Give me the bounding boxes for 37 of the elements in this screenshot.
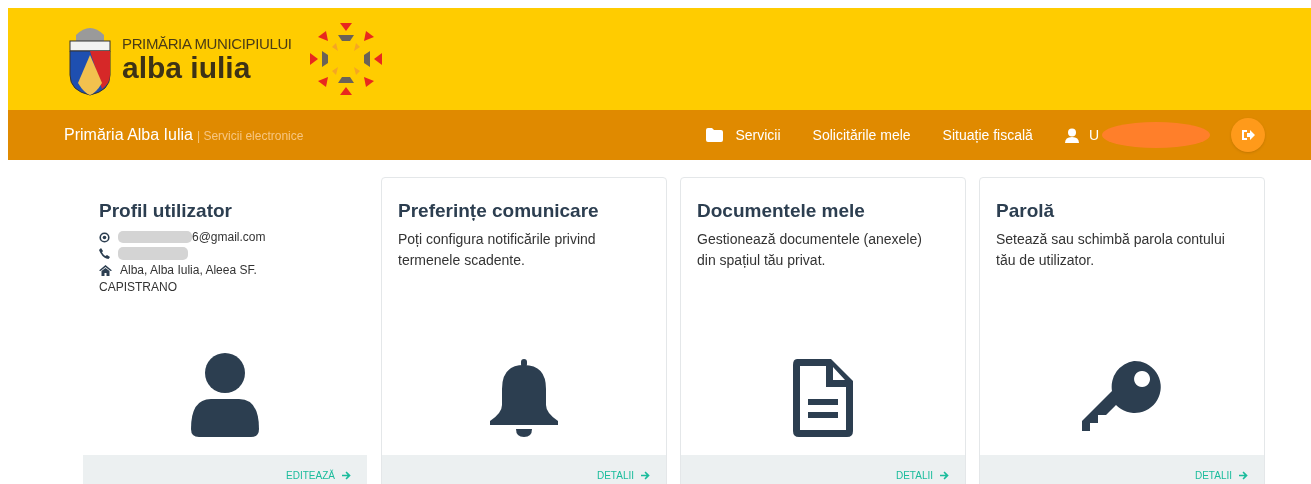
arrow-right-icon: [641, 471, 650, 480]
address-text: Alba, Alba Iulia, Aleea SF.: [120, 261, 257, 279]
logout-button[interactable]: [1231, 118, 1265, 152]
nav-link[interactable]: Solicitările mele: [812, 124, 911, 146]
card-description: Poți configura notificările privind termenele scadente.: [398, 229, 597, 270]
card-title: Profil utilizator: [99, 199, 233, 223]
arrow-right-icon: [940, 471, 949, 480]
card-description: Setează sau schimbă parola contului tău de utilizator.: [996, 229, 1226, 270]
brand-link[interactable]: Primăria Alba Iulia: [64, 123, 193, 147]
card-description: Gestionează documentele (anexele) din spațiul tău privat.: [697, 229, 923, 270]
home-icon: [99, 264, 112, 276]
card-title: Preferințe comunicare: [398, 199, 600, 223]
card-action-link[interactable]: DETALII: [596, 468, 650, 483]
card-title: Documentele mele: [697, 199, 866, 223]
address-text: CAPISTRANO: [99, 278, 178, 296]
user-icon: [1064, 127, 1079, 143]
card-action-link[interactable]: DETALII: [895, 468, 949, 483]
arrow-right-icon: [342, 471, 351, 480]
user-name[interactable]: U: [1088, 124, 1099, 146]
phone-icon: [99, 247, 110, 259]
card-action-link[interactable]: EDITEAZĂ: [286, 468, 351, 483]
nav-link[interactable]: Servicii: [706, 124, 781, 146]
document-icon: [793, 359, 853, 437]
arrow-right-icon: [1239, 471, 1248, 480]
redaction-blur: [118, 246, 188, 260]
nav-link[interactable]: Situație fiscală: [942, 124, 1033, 146]
logo-title: alba iulia: [122, 52, 252, 83]
logo-subtitle: PRIMĂRIA MUNICIPIULUI: [122, 35, 292, 51]
site-subtitle: | Servicii electronice: [196, 128, 304, 145]
logout-icon: [1241, 129, 1255, 141]
card-title: Parolă: [996, 199, 1056, 223]
folder-icon: [706, 128, 724, 142]
email-text: 6@gmail.com: [192, 228, 266, 246]
star-logo-icon: [307, 21, 384, 97]
card-action-link[interactable]: DETALII: [1194, 468, 1248, 483]
user-icon: [191, 353, 259, 437]
bell-icon: [490, 359, 558, 437]
